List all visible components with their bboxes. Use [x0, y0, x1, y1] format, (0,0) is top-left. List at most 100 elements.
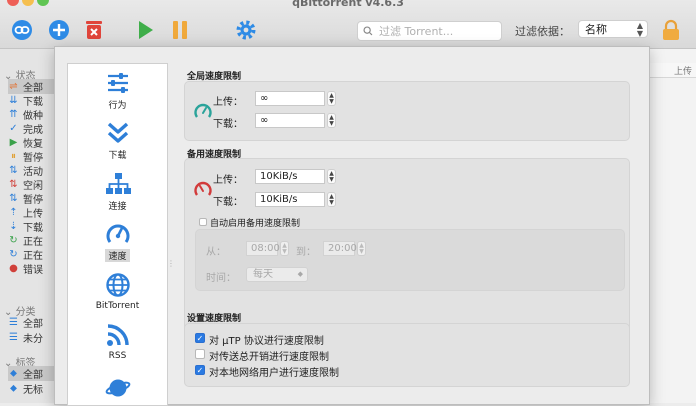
schedule-when-select[interactable]: ◆ 每天 — [246, 267, 308, 282]
schedule-group: 从： 08:00 ▲ ▼ 到： 20:00 ▲ ▼ 时间： ◆ 每天 — [195, 229, 625, 291]
schedule-to-label: 到： — [296, 247, 316, 258]
alt-upload-field[interactable]: 10KiB/s — [255, 169, 325, 184]
category-connection[interactable]: 连接 — [68, 171, 167, 212]
alt-download-label: 下载： — [213, 197, 243, 208]
schedule-checkbox-label: 自动启用备用速度限制 — [210, 219, 301, 229]
global-upload-stepper[interactable]: ▲ ▼ — [327, 91, 336, 106]
status-label: 正在 — [23, 251, 43, 262]
status-item-completed[interactable]: ✓ 完成 — [8, 121, 54, 136]
status-icon: ✓ — [9, 123, 18, 134]
status-icon: ⇌ — [9, 81, 18, 92]
global-upload-label: 上传： — [213, 97, 243, 108]
main-toolbar: qBittorrent v4.6.3 过滤依据： 名称 ▲▼ — [0, 0, 696, 49]
category-speed[interactable]: 速度 — [68, 221, 167, 262]
schedule-from-stepper[interactable]: ▲ ▼ — [280, 241, 289, 256]
overhead-limit-checkbox[interactable] — [195, 349, 205, 359]
updown-chevron-icon: ◆ — [297, 270, 303, 278]
status-label: 下载 — [23, 223, 43, 234]
status-icon: ↻ — [9, 235, 18, 246]
status-item-resumed[interactable]: ▶ 恢复 — [8, 135, 54, 150]
torrent-list[interactable]: 上传 — [648, 49, 696, 403]
schedule-checkbox[interactable] — [199, 218, 207, 226]
category-label: BitTorrent — [95, 301, 140, 311]
status-icon: ⇅ — [9, 179, 18, 190]
status-icon: ⇡ — [9, 207, 18, 218]
status-label: 暂停 — [23, 195, 43, 206]
options-button[interactable] — [234, 18, 258, 42]
status-item-checking[interactable]: ↻ 正在 — [8, 233, 54, 248]
pause-button[interactable] — [168, 18, 192, 42]
link-icon — [12, 20, 32, 40]
gear-icon — [236, 20, 256, 40]
status-label: 全部 — [23, 83, 43, 94]
double-chevron-down-icon — [107, 122, 128, 143]
status-item-errored[interactable]: ● 错误 — [8, 261, 54, 276]
category-item-all[interactable]: ☰ 全部 — [8, 315, 54, 330]
global-download-field[interactable]: ∞ — [255, 113, 325, 128]
schedule-from-field[interactable]: 08:00 — [246, 241, 280, 256]
resume-button[interactable] — [133, 18, 157, 42]
filter-by-select[interactable]: 名称 ▲ ▼ — [578, 20, 648, 38]
category-label: 行为 — [108, 101, 127, 111]
global-upload-field[interactable]: ∞ — [255, 91, 325, 106]
status-icon: ▶ — [9, 137, 18, 148]
lock-icon — [663, 19, 679, 40]
delete-button[interactable] — [82, 18, 106, 42]
alt-download-field[interactable]: 10KiB/s — [255, 192, 325, 207]
status-item-moving[interactable]: ↻ 正在 — [8, 247, 54, 262]
status-icon: ↻ — [9, 249, 18, 260]
status-item-stalled-paused[interactable]: ⇅ 暂停 — [8, 191, 54, 206]
category-bittorrent[interactable]: BitTorrent — [68, 272, 167, 311]
search-input[interactable] — [377, 23, 501, 39]
status-item-stalled-uploading[interactable]: ⇡ 上传 — [8, 205, 54, 220]
search-icon — [363, 26, 373, 36]
filter-by-label: 过滤依据： — [515, 25, 570, 38]
schedule-from-label: 从： — [206, 247, 226, 258]
list-icon: ☰ — [9, 332, 18, 343]
speedometer-icon — [106, 224, 129, 243]
add-link-button[interactable] — [10, 18, 34, 42]
status-icon: ⇅ — [9, 193, 18, 204]
status-label: 错误 — [23, 265, 43, 276]
status-icon: ● — [9, 263, 18, 274]
alt-download-stepper[interactable]: ▲ ▼ — [327, 192, 336, 207]
category-label: RSS — [108, 351, 127, 361]
status-item-seeding[interactable]: ⇈ 做种 — [8, 107, 54, 122]
status-label: 恢复 — [23, 139, 43, 150]
utp-limit-checkbox[interactable]: ✓ — [195, 333, 205, 343]
lan-limit-checkbox[interactable]: ✓ — [195, 365, 205, 375]
updown-chevron-icon: ▲ ▼ — [636, 21, 643, 38]
schedule-to-field[interactable]: 20:00 — [323, 241, 357, 256]
status-label: 空闲 — [23, 181, 43, 192]
status-item-active[interactable]: ⇅ 活动 — [8, 163, 54, 178]
lan-limit-label: 对本地网络用户进行速度限制 — [209, 368, 339, 379]
schedule-when-value: 每天 — [253, 269, 273, 280]
tag-item-all[interactable]: ⬥ 全部 — [8, 366, 54, 381]
alt-limits-group: 上传： 10KiB/s ▲ ▼ 下载： 10KiB/s ▲ ▼ 自动启用备用速度限制… — [184, 158, 630, 350]
torrent-search-field[interactable] — [357, 21, 502, 41]
list-column-header[interactable]: 上传 — [648, 63, 696, 78]
status-item-downloading[interactable]: ⇊ 下载 — [8, 93, 54, 108]
status-item-stalled-downloading[interactable]: ⇣ 下载 — [8, 219, 54, 234]
category-webui[interactable] — [68, 374, 167, 400]
category-rss[interactable]: RSS — [68, 322, 167, 361]
tag-icon: ⬥ — [10, 368, 17, 379]
status-item-paused[interactable]: ⏸ 暂停 — [8, 149, 54, 164]
tag-item-untagged[interactable]: ⬥ 无标 — [8, 381, 54, 396]
alt-upload-stepper[interactable]: ▲ ▼ — [327, 169, 336, 184]
status-label: 活动 — [23, 167, 43, 178]
global-download-stepper[interactable]: ▲ ▼ — [327, 113, 336, 128]
plus-icon — [49, 20, 69, 40]
category-behavior[interactable]: 行为 — [68, 70, 167, 111]
category-downloads[interactable]: 下载 — [68, 120, 167, 161]
category-label: 下载 — [108, 151, 127, 161]
schedule-to-stepper[interactable]: ▲ ▼ — [357, 241, 366, 256]
status-item-all[interactable]: ⇌ 全部 — [8, 79, 54, 94]
status-item-stalled[interactable]: ⇅ 空闲 — [8, 177, 54, 192]
status-icon: ⏸ — [11, 151, 16, 162]
category-item-uncategorized[interactable]: ☰ 未分 — [8, 330, 54, 345]
lock-button[interactable] — [659, 18, 683, 42]
pane-splitter[interactable]: ⋮ — [166, 63, 175, 404]
category-label: 连接 — [108, 202, 127, 212]
add-torrent-button[interactable] — [47, 18, 71, 42]
